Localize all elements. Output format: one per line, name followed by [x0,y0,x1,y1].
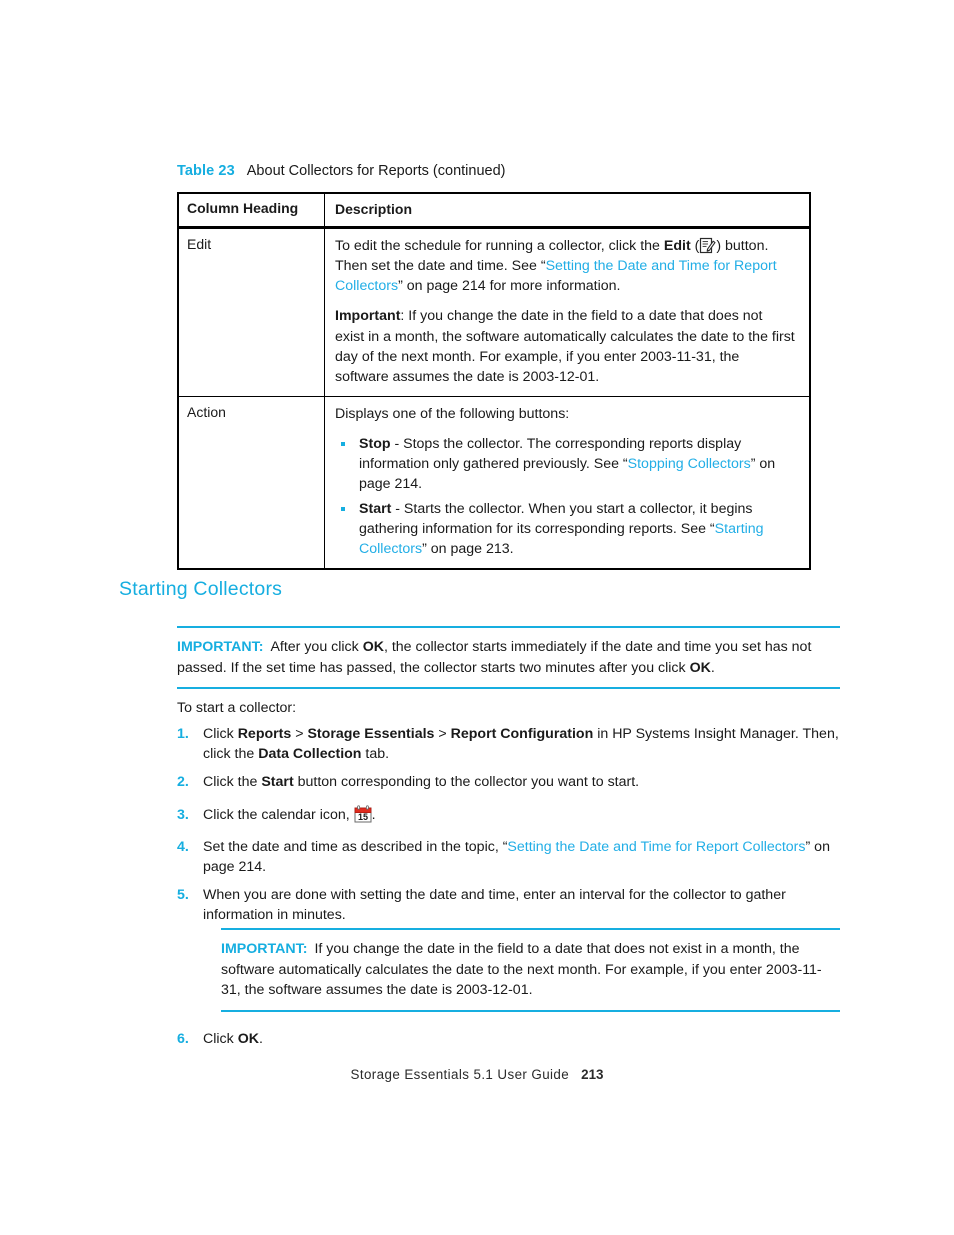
page-footer: Storage Essentials 5.1 User Guide 213 [0,1067,954,1082]
important-note-1-body: IMPORTANT: After you click OK, the collec… [177,637,840,678]
table-row: Action Displays one of the following but… [179,395,809,569]
edit-text-b: ( [690,237,700,254]
step-6-text-a: Click [203,1030,238,1047]
step-number: 1. [177,726,189,742]
step-number: 5. [177,886,189,903]
edit-bold-label: Edit [663,237,691,254]
step-3-text-a: Click the calendar icon, [203,807,354,824]
table-caption-text: About Collectors for Reports (continued) [246,163,506,179]
table-row: Edit To edit the schedule for running a … [179,227,809,396]
step-5: 5. When you are done with setting the dat… [177,885,842,926]
xref-stopping-collectors[interactable]: Stopping Collectors [628,456,751,472]
step-1-bold-reports: Reports [237,726,292,742]
step-3: 3. Click the calendar icon, 15. [177,805,842,825]
edit-important-label: Important [335,308,401,325]
important-1-text-a: After you click [270,639,363,655]
table-caption-label: Table 23 [177,163,235,179]
footer-page-number: 213 [581,1067,604,1082]
step-3-text-b: . [371,807,376,824]
edit-important-paragraph: Important: If you change the date in the… [335,306,795,387]
step-6-text-b: . [258,1030,263,1047]
table-cell-heading-action: Action [179,396,325,569]
important-label: IMPORTANT: [221,941,308,957]
table-cell-heading-edit: Edit [179,228,325,396]
step-6: 6. Click OK. [177,1029,842,1049]
edit-important-text: : If you change the date in the field to… [335,308,795,385]
step-1-text-c: > [434,726,451,742]
table-header-description: Description [335,201,413,217]
important-1-text-c: . [710,659,715,676]
square-bullet-icon [341,442,345,447]
step-2-text-a: Click the [203,773,262,790]
step-number: 2. [177,773,189,790]
important-label: IMPORTANT: [177,639,264,655]
important-note-2: IMPORTANT: If you change the date in the … [221,928,840,1012]
edit-text-d: ” on page 214 for more information. [398,278,621,295]
square-bullet-icon [341,506,345,511]
step-2-text-b: button corresponding to the collector yo… [293,773,640,790]
table-header-column-heading: Column Heading [179,194,325,226]
about-collectors-table: Column Heading Description Edit To edit … [177,192,811,571]
step-1: 1. Click Reports > Storage Essentials > R… [177,724,842,765]
important-1-bold-ok-2: OK [689,659,711,676]
table-caption: Table 23 About Collectors for Reports (co… [177,163,505,179]
step-2-bold-start: Start [261,773,294,790]
edit-pencil-icon [699,237,716,254]
step-number: 4. [177,838,189,855]
svg-text:15: 15 [358,812,368,822]
step-1-text-b: > [291,726,308,742]
edit-description-paragraph: To edit the schedule for running a colle… [335,236,795,296]
procedure-intro: To start a collector: [177,700,297,716]
important-note-2-body: IMPORTANT: If you change the date in the … [221,939,840,1001]
action-buttons-list: Stop - Stops the collector. The correspo… [335,434,795,559]
step-6-bold-ok: OK [237,1030,259,1047]
important-1-bold-ok-1: OK [362,639,384,655]
step-1-bold-storage-essentials: Storage Essentials [307,726,435,742]
step-5-text-a: When you are done with setting the date … [203,886,786,924]
step-2: 2. Click the Start button corresponding t… [177,772,842,792]
step-1-bold-report-configuration: Report Configuration [450,726,594,742]
page-title: Starting Collectors [119,578,283,600]
bullet-bold-stop: Stop [359,436,391,453]
xref-setting-date-time-step4[interactable]: Setting the Date and Time for Report Col… [507,839,805,855]
important-note-1: IMPORTANT: After you click OK, the collec… [177,626,840,690]
step-1-bold-data-collection: Data Collection [258,746,362,763]
important-2-text: If you change the date in the field to a… [221,941,822,999]
row-heading-label: Edit [187,235,212,252]
document-page: Table 23 About Collectors for Reports (co… [0,0,954,1235]
bullet-text-b: ” on page 213. [422,540,514,557]
footer-guide-title: Storage Essentials 5.1 User Guide [350,1067,570,1082]
calendar-icon: 15 [354,805,372,823]
row-heading-label: Action [187,403,226,420]
step-number: 3. [177,807,189,824]
bullet-bold-start: Start [359,500,392,517]
step-number: 6. [177,1030,189,1047]
step-1-text-a: Click [203,726,238,742]
table-header-row: Column Heading Description [179,194,809,228]
list-item: Start - Starts the collector. When you s… [335,499,795,559]
table-cell-description-action: Displays one of the following buttons: S… [325,397,809,568]
step-4-text-a: Set the date and time as described in th… [203,838,508,855]
step-1-text-e: tab. [361,746,390,763]
list-item: Stop - Stops the collector. The correspo… [335,434,795,494]
table-cell-description-edit: To edit the schedule for running a colle… [325,229,809,396]
edit-text-a: To edit the schedule for running a colle… [335,237,664,254]
bullet-text-a: - Starts the collector. When you start a… [359,500,753,537]
step-4: 4. Set the date and time as described in … [177,837,842,878]
action-intro-text: Displays one of the following buttons: [335,405,570,422]
